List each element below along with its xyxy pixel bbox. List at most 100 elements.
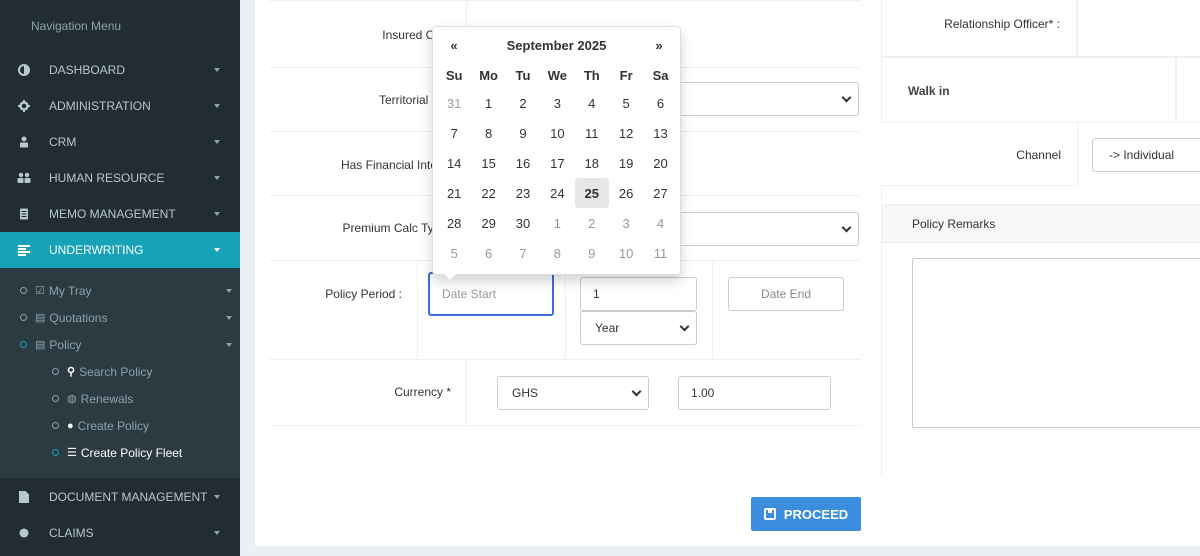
datepicker-day[interactable]: 5 [437, 238, 471, 268]
datepicker-day[interactable]: 1 [540, 208, 574, 238]
document-icon: ▤ [35, 312, 46, 324]
bullet-icon [20, 341, 27, 348]
sub-item-label: Create Policy [77, 418, 150, 433]
datepicker-day[interactable]: 2 [575, 208, 609, 238]
caret-down-icon [214, 248, 220, 252]
sidebar-item-my-tray[interactable]: ☑ My Tray [0, 277, 240, 304]
sidebar-item-create-policy-fleet[interactable]: ☰ Create Policy Fleet [0, 439, 240, 466]
sidebar-item-search-policy[interactable]: ⚲ Search Policy [0, 358, 240, 385]
proceed-label: PROCEED [783, 506, 849, 522]
datepicker-day[interactable]: 10 [609, 238, 643, 268]
caret-down-icon [226, 342, 232, 347]
datepicker-day[interactable]: 13 [643, 118, 677, 148]
menu-item-human-resource[interactable]: HUMAN RESOURCE [0, 160, 240, 196]
datepicker-day[interactable]: 18 [575, 148, 609, 178]
menu-item-document-management[interactable]: DOCUMENT MANAGEMENT [0, 478, 240, 515]
sub-item-label: Search Policy [79, 364, 153, 379]
datepicker-day[interactable]: 29 [471, 208, 505, 238]
bullet-icon [52, 368, 59, 375]
prev-month-button[interactable]: « [437, 38, 471, 53]
datepicker-day[interactable]: 4 [575, 88, 609, 118]
datepicker-day[interactable]: 3 [609, 208, 643, 238]
channel-label: Channel [1016, 148, 1061, 162]
chevron-down-icon [631, 386, 642, 397]
document-icon: ▤ [35, 339, 46, 351]
period-unit-select[interactable]: Year [580, 311, 697, 345]
datepicker-day[interactable]: 19 [609, 148, 643, 178]
datepicker-day[interactable]: 5 [609, 88, 643, 118]
datepicker-day[interactable]: 23 [506, 178, 540, 208]
financial-interest-label: Has Financial Inter [340, 158, 441, 172]
currency-select[interactable]: GHS [497, 376, 649, 410]
datepicker-day[interactable]: 12 [609, 118, 643, 148]
datepicker-day[interactable]: 9 [506, 118, 540, 148]
menu-item-underwriting[interactable]: UNDERWRITING [0, 232, 240, 268]
month-year-title[interactable]: September 2025 [471, 38, 642, 53]
datepicker-day[interactable]: 10 [540, 118, 574, 148]
datepicker-week: 5 6 7 8 9 10 11 [437, 238, 678, 268]
datepicker-day[interactable]: 7 [437, 118, 471, 148]
channel-select[interactable]: -> Individual [1092, 138, 1200, 172]
datepicker-day[interactable]: 31 [437, 88, 471, 118]
underwriting-submenu: ☑ My Tray ▤ Quotations ▤ Policy ⚲ Search… [0, 268, 240, 478]
datepicker-day[interactable]: 22 [471, 178, 505, 208]
caret-down-icon [226, 288, 232, 293]
period-count-input[interactable]: 1 [580, 277, 697, 311]
menu-item-crm[interactable]: CRM [0, 124, 240, 160]
datepicker-week: 7 8 9 10 11 12 13 [437, 118, 678, 148]
sidebar-item-create-policy[interactable]: ● Create Policy [0, 412, 240, 439]
datepicker-day[interactable]: 8 [471, 118, 505, 148]
form-row-currency: Currency * GHS 1.00 [269, 360, 861, 426]
datepicker-day[interactable]: 1 [471, 88, 505, 118]
date-end-input[interactable]: Date End [728, 277, 844, 311]
datepicker-day[interactable]: 4 [643, 208, 677, 238]
menu-item-label: ADMINISTRATION [49, 99, 151, 113]
datepicker-day[interactable]: 24 [540, 178, 574, 208]
proceed-button[interactable]: PROCEED [751, 497, 861, 531]
datepicker-day[interactable]: 20 [643, 148, 677, 178]
datepicker-day[interactable]: 6 [471, 238, 505, 268]
list-icon: ☰ [67, 447, 77, 459]
plus-circle-icon: ● [67, 419, 74, 432]
bullet-icon [20, 287, 27, 294]
sub-item-label: Quotations [49, 310, 108, 325]
menu-item-administration[interactable]: ADMINISTRATION [0, 88, 240, 124]
chevron-down-icon [841, 92, 852, 103]
datepicker-day[interactable]: 7 [506, 238, 540, 268]
menu-item-claims[interactable]: CLAIMS [0, 515, 240, 551]
datepicker-day[interactable]: 9 [575, 238, 609, 268]
crm-icon [17, 135, 31, 149]
datepicker-day[interactable]: 30 [506, 208, 540, 238]
datepicker-day[interactable]: 2 [506, 88, 540, 118]
next-month-button[interactable]: » [642, 38, 676, 53]
datepicker-day[interactable]: 11 [575, 118, 609, 148]
datepicker-day[interactable]: 26 [609, 178, 643, 208]
sidebar-item-quotations[interactable]: ▤ Quotations [0, 304, 240, 331]
datepicker-day[interactable]: 17 [540, 148, 574, 178]
datepicker-day[interactable]: 21 [437, 178, 471, 208]
datepicker-day[interactable]: 15 [471, 148, 505, 178]
policy-remarks-textarea[interactable] [912, 258, 1200, 428]
datepicker-day[interactable]: 6 [643, 88, 677, 118]
premium-calc-type-select[interactable] [679, 212, 859, 246]
datepicker-day[interactable]: 27 [643, 178, 677, 208]
weekday-label: Fr [619, 68, 633, 83]
datepicker-day[interactable]: 8 [540, 238, 574, 268]
sidebar-item-policy[interactable]: ▤ Policy [0, 331, 240, 358]
datepicker-day[interactable]: 3 [540, 88, 574, 118]
menu-item-memo-management[interactable]: MEMO MANAGEMENT [0, 196, 240, 232]
datepicker-week: 31 1 2 3 4 5 6 [437, 88, 678, 118]
datepicker-day[interactable]: 25 [574, 178, 609, 208]
datepicker-day[interactable]: 11 [643, 238, 677, 268]
sidebar-item-renewals[interactable]: ◍ Renewals [0, 385, 240, 412]
territorial-limit-select[interactable] [679, 82, 859, 116]
datepicker-day[interactable]: 14 [437, 148, 471, 178]
column-divider [1077, 123, 1078, 186]
datepicker-day[interactable]: 28 [437, 208, 471, 238]
weekday-label: Tu [515, 68, 531, 83]
datepicker-day[interactable]: 16 [506, 148, 540, 178]
walk-in-value-cell [1176, 57, 1200, 123]
caret-down-icon [214, 494, 220, 499]
exchange-rate-input[interactable]: 1.00 [678, 376, 831, 410]
menu-item-dashboard[interactable]: DASHBOARD [0, 52, 240, 88]
